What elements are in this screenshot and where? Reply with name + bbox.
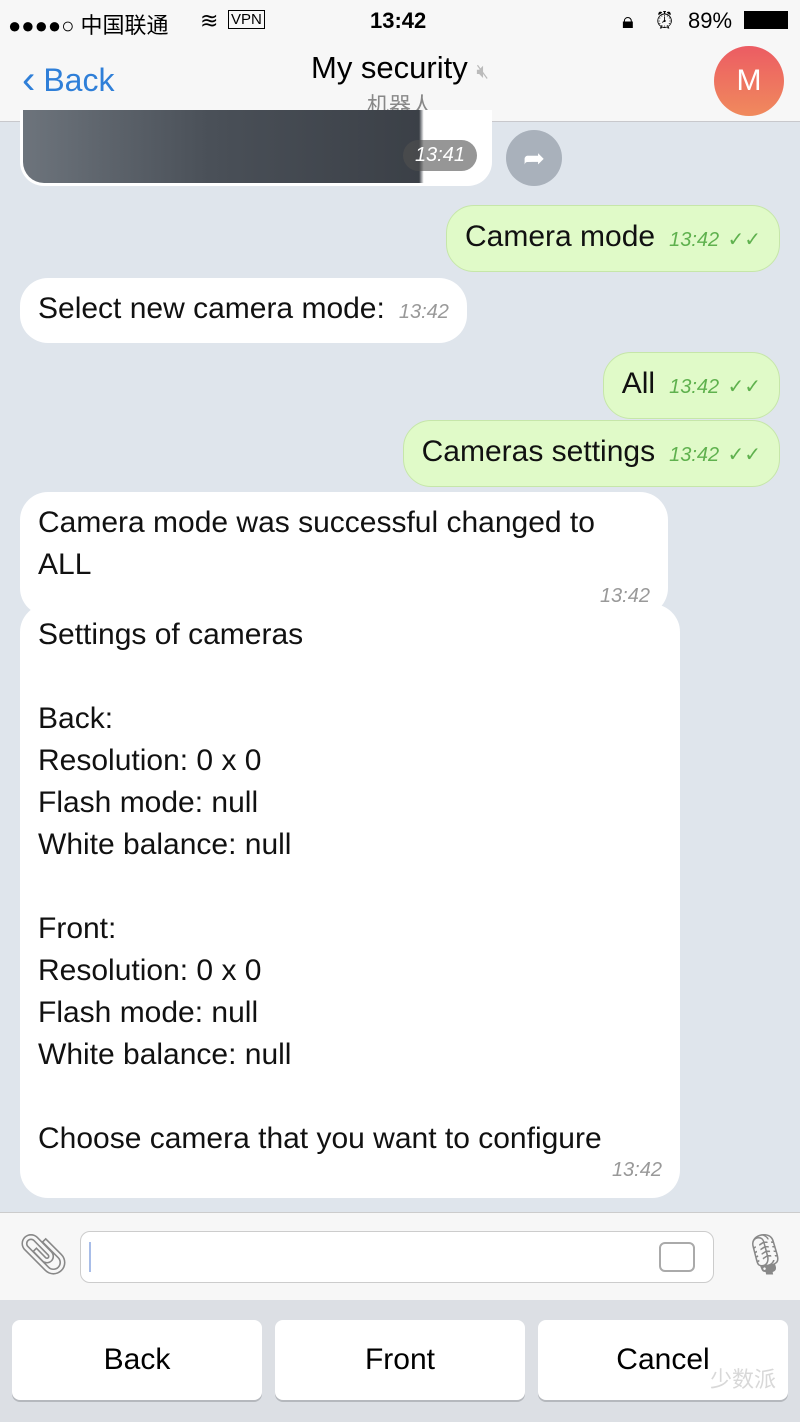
- message-time: 13:42: [611, 1159, 662, 1181]
- message-text: All: [621, 367, 656, 400]
- watermark: 少数派: [710, 1367, 777, 1392]
- message-text: Settings of cameras Back: Resolution: 0 …: [38, 618, 602, 1155]
- vpn-badge: VPN: [228, 10, 265, 29]
- carrier: ●●●●○ 中国联通: [8, 13, 169, 38]
- muted-icon: 🔇︎: [476, 61, 489, 83]
- caret: [89, 1242, 91, 1272]
- message-text: Camera mode was successful changed to AL…: [38, 506, 595, 581]
- microphone-icon[interactable]: 🎙︎: [740, 1231, 791, 1278]
- photo-time: 13:41: [402, 140, 477, 171]
- message-bubble: Cameras settings 13:42 ✓✓: [402, 420, 780, 487]
- input-bar: 📎︎ 🎙︎: [0, 1212, 800, 1300]
- battery-percent: 89%: [688, 8, 733, 33]
- clock: 13:42: [370, 8, 427, 33]
- read-check-icon: ✓✓: [727, 229, 761, 251]
- alarm-icon: ⏰︎: [656, 8, 674, 33]
- share-icon: ➦: [523, 142, 545, 173]
- message-time: 13:42: [669, 376, 720, 398]
- paperclip-icon[interactable]: 📎︎: [18, 1231, 69, 1278]
- message-text: Camera mode: [465, 220, 656, 253]
- lock-rotation-icon: 🔒︎: [622, 8, 634, 33]
- message-bubble: Select new camera mode: 13:42: [20, 278, 467, 343]
- avatar[interactable]: M: [714, 46, 784, 116]
- keyboard-button-back[interactable]: Back: [12, 1320, 262, 1400]
- message-text: Select new camera mode:: [38, 292, 385, 325]
- chat-title[interactable]: My security 🔇︎: [0, 50, 800, 86]
- forward-button[interactable]: ➦: [506, 130, 562, 186]
- message-input[interactable]: [80, 1231, 714, 1283]
- bot-keyboard: Back Front Cancel 少数派: [0, 1300, 800, 1422]
- title-text: My security: [311, 50, 468, 85]
- message-bubble: All 13:42 ✓✓: [602, 352, 780, 419]
- message-bubble: Camera mode was successful changed to AL…: [20, 492, 668, 616]
- read-check-icon: ✓✓: [727, 376, 761, 398]
- battery-icon: [744, 11, 788, 29]
- message-time: 13:42: [669, 229, 720, 251]
- message-bubble: Settings of cameras Back: Resolution: 0 …: [20, 604, 680, 1198]
- photo-message[interactable]: 13:41: [20, 110, 492, 186]
- keyboard-icon[interactable]: [659, 1242, 695, 1272]
- message-bubble: Camera mode 13:42 ✓✓: [446, 205, 780, 272]
- keyboard-button-front[interactable]: Front: [275, 1320, 525, 1400]
- status-bar: ●●●●○ 中国联通 ≋ VPN 13:42 🔒︎ ⏰︎ 89%: [0, 0, 800, 40]
- wifi-icon: ≋: [200, 8, 219, 33]
- message-text: Cameras settings: [421, 435, 656, 468]
- read-check-icon: ✓✓: [727, 444, 761, 466]
- message-time: 13:42: [669, 444, 720, 466]
- message-time: 13:42: [599, 585, 650, 607]
- message-time: 13:42: [398, 301, 449, 323]
